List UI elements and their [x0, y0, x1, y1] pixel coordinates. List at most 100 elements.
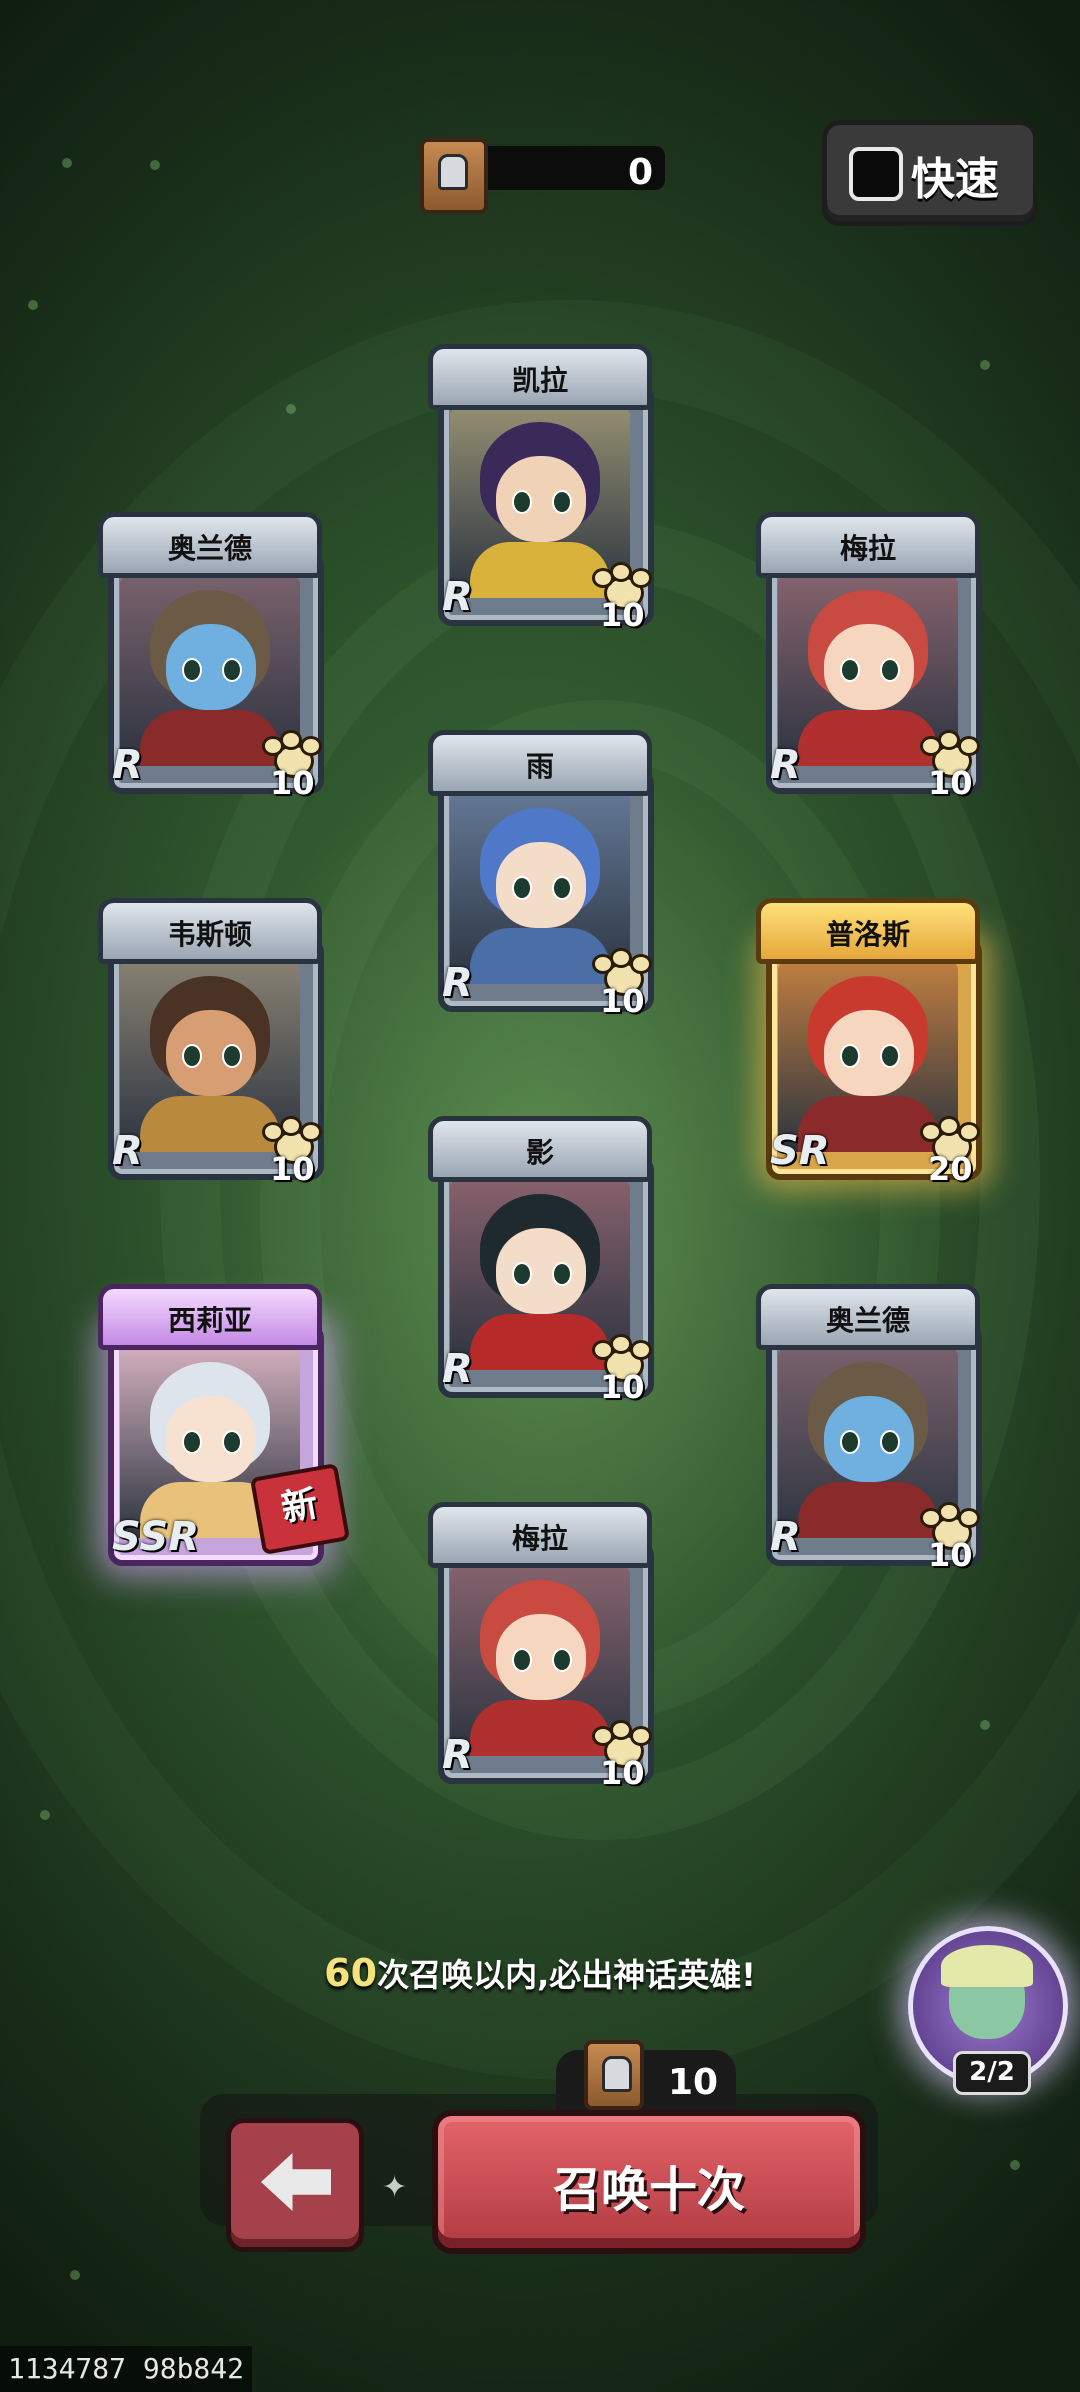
hero-outfit [470, 1700, 610, 1756]
rarity-label: R [770, 742, 801, 788]
rarity-label: R [770, 1514, 801, 1560]
hero-face [496, 842, 586, 928]
hero-outfit [470, 928, 610, 984]
rarity-label: SR [770, 1128, 830, 1174]
name-banner: 梅拉 [428, 1502, 652, 1568]
hero-helmet-icon [941, 1945, 1033, 1987]
hero-eye [222, 1430, 242, 1454]
hero-card-puluosi[interactable]: 普洛斯 SR 20 [756, 898, 982, 1188]
hero-face [166, 1010, 256, 1096]
hero-eye [182, 658, 202, 682]
hero-outfit [140, 1096, 280, 1152]
hero-eye [880, 658, 900, 682]
shard-count: 10 [270, 764, 315, 802]
hero-eye [840, 1430, 860, 1454]
fast-label: 快速 [911, 154, 999, 205]
hero-card-yu[interactable]: 雨 R 10 [428, 730, 654, 1020]
hero-name: 西莉亚 [167, 1304, 252, 1337]
name-banner: 奥兰德 [98, 512, 322, 578]
hero-card-kaila[interactable]: 凯拉 R 10 [428, 344, 654, 634]
hero-card-meila[interactable]: 梅拉 R 10 [756, 512, 982, 802]
hero-name: 普洛斯 [825, 918, 910, 951]
hero-eye [552, 490, 572, 514]
hero-eye [552, 1648, 572, 1672]
name-banner: 韦斯顿 [98, 898, 322, 964]
currency-value: 0 [627, 152, 653, 193]
back-arrow-icon [261, 2153, 331, 2211]
hero-card-aolande[interactable]: 奥兰德 R 10 [98, 512, 324, 802]
hero-name: 凯拉 [511, 364, 568, 397]
shard-count: 10 [928, 1536, 973, 1574]
name-banner: 梅拉 [756, 512, 980, 578]
fast-checkbox[interactable] [849, 147, 903, 201]
hero-face [824, 1396, 914, 1482]
hero-eye [222, 658, 242, 682]
build-id: 1134787 98b842 [0, 2346, 253, 2392]
hero-face [824, 1010, 914, 1096]
hero-eye [552, 876, 572, 900]
hero-card-ying[interactable]: 影 R 10 [428, 1116, 654, 1406]
hero-outfit [140, 710, 280, 766]
summon-ten-button[interactable]: 召唤十次 [432, 2110, 866, 2254]
hero-card-meila-2[interactable]: 梅拉 R 10 [428, 1502, 654, 1792]
hero-outfit [470, 1314, 610, 1370]
pity-fraction: 2/2 [953, 2051, 1031, 2095]
hero-card-weisidun[interactable]: 韦斯顿 R 10 [98, 898, 324, 1188]
name-banner: 普洛斯 [756, 898, 980, 964]
hero-eye [512, 1262, 532, 1286]
shard-count: 10 [600, 1368, 645, 1406]
name-banner: 凯拉 [428, 344, 652, 410]
hero-eye [512, 490, 532, 514]
fast-toggle[interactable]: 快速 [822, 120, 1038, 226]
hero-face [824, 624, 914, 710]
currency-bar: 0 [460, 146, 665, 193]
hero-face [166, 1396, 256, 1482]
shard-count: 20 [928, 1150, 973, 1188]
hero-eye [840, 1044, 860, 1068]
hero-card-aolande-2[interactable]: 奥兰德 R 10 [756, 1284, 982, 1574]
hero-face [496, 1614, 586, 1700]
hero-eye [182, 1044, 202, 1068]
shard-count: 10 [928, 764, 973, 802]
hero-eye [840, 658, 860, 682]
hero-face [496, 456, 586, 542]
hero-name: 奥兰德 [167, 532, 252, 565]
name-banner: 影 [428, 1116, 652, 1182]
summon-cost: 10 [556, 2040, 736, 2116]
hero-eye [880, 1430, 900, 1454]
rarity-label: R [442, 1346, 473, 1392]
shard-count: 10 [600, 1754, 645, 1792]
hero-eye [512, 1648, 532, 1672]
shard-count: 10 [600, 982, 645, 1020]
name-banner: 雨 [428, 730, 652, 796]
hero-outfit [470, 542, 610, 598]
sparkle-icon: ✦ [382, 2170, 408, 2205]
shard-count: 10 [600, 596, 645, 634]
summon-book-icon [584, 2040, 644, 2110]
rarity-label: R [112, 1128, 143, 1174]
hero-eye [222, 1044, 242, 1068]
hero-face [166, 624, 256, 710]
hero-card-xiliya[interactable]: 西莉亚 SSR 新 [98, 1284, 351, 1574]
hero-eye [552, 1262, 572, 1286]
summon-book-icon [420, 138, 488, 214]
hero-face [496, 1228, 586, 1314]
hero-name: 奥兰德 [825, 1304, 910, 1337]
new-badge: 新 [249, 1462, 351, 1556]
hero-outfit [798, 710, 938, 766]
rarity-label: R [442, 960, 473, 1006]
hero-outfit [798, 1482, 938, 1538]
back-button[interactable] [226, 2118, 364, 2252]
hero-name: 雨 [525, 750, 554, 783]
rarity-label: R [112, 742, 143, 788]
summon-ten-label: 召唤十次 [552, 2162, 745, 2218]
pity-number: 60 [324, 1951, 378, 1995]
summon-cost-value: 10 [668, 2062, 719, 2103]
rarity-label: R [442, 574, 473, 620]
currency-counter: 0 [420, 138, 670, 214]
hero-name: 影 [525, 1136, 554, 1169]
hero-eye [880, 1044, 900, 1068]
name-banner: 西莉亚 [98, 1284, 322, 1350]
pity-avatar-badge[interactable]: 2/2 [908, 1926, 1068, 2095]
pity-text: 次召唤以内,必出神话英雄! [377, 1956, 756, 1994]
